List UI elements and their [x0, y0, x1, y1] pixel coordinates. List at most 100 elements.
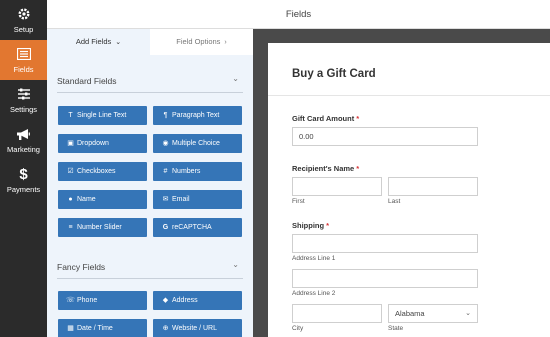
dollar-icon: $ — [19, 165, 28, 183]
globe-icon: ⊕ — [162, 325, 169, 332]
recipient-last-name-input[interactable] — [388, 177, 478, 196]
section-title: Standard Fields — [57, 76, 117, 86]
add-phone-button[interactable]: ☏ Phone — [58, 291, 147, 310]
tab-add-fields[interactable]: Add Fields ⌄ — [47, 29, 150, 55]
envelope-icon: ✉ — [162, 196, 169, 203]
form-preview: Buy a Gift Card Gift Card Amount * 0.00 R… — [268, 43, 550, 337]
field-button-label: Address — [172, 297, 198, 304]
fields-list-icon — [0, 46, 47, 62]
last-name-sublabel: Last — [388, 198, 401, 205]
divider — [268, 95, 550, 96]
tab-label: Add Fields — [75, 37, 112, 46]
calendar-icon: ▦ — [67, 325, 74, 332]
dropdown-icon: ▣ — [67, 140, 74, 147]
sidebar-item-payments[interactable]: $ Payments — [0, 160, 47, 200]
paragraph-icon: ¶ — [163, 112, 168, 119]
sidebar-item-setup[interactable]: Setup — [0, 0, 47, 40]
add-recaptcha-button[interactable]: G reCAPTCHA — [153, 218, 242, 237]
google-icon: G — [162, 224, 169, 231]
add-numbers-button[interactable]: # Numbers — [153, 162, 242, 181]
fields-panel: Add Fields ⌄ Field Options › Standard Fiel… — [47, 29, 253, 337]
address-line-1-input[interactable] — [292, 234, 478, 253]
field-button-label: Paragraph Text — [172, 112, 220, 119]
field-button-label: Number Slider — [77, 224, 122, 231]
chevron-down-icon: ⌄ — [115, 39, 122, 46]
sidebar-item-marketing[interactable]: Marketing — [0, 120, 47, 160]
chevron-down-icon: ⌄ — [465, 310, 471, 317]
map-pin-icon: ◆ — [162, 297, 169, 304]
field-label-text: Shipping — [292, 221, 325, 230]
address-line-2-sublabel: Address Line 2 — [292, 290, 336, 297]
field-button-label: Checkboxes — [77, 168, 116, 175]
add-date-time-button[interactable]: ▦ Date / Time — [58, 319, 147, 337]
sidebar-item-label: Payments — [6, 185, 41, 194]
add-multiple-choice-button[interactable]: ◉ Multiple Choice — [153, 134, 242, 153]
required-marker: * — [326, 221, 329, 230]
field-button-label: reCAPTCHA — [172, 224, 212, 231]
chevron-down-icon: ⌄ — [232, 260, 239, 269]
first-name-sublabel: First — [292, 198, 305, 205]
state-sublabel: State — [388, 325, 404, 332]
section-title: Fancy Fields — [57, 262, 106, 272]
chevron-right-icon: › — [224, 39, 227, 46]
required-marker: * — [356, 114, 360, 123]
add-name-button[interactable]: ● Name — [58, 190, 147, 209]
sidebar-item-label: Settings — [9, 105, 38, 114]
tab-label: Field Options — [176, 37, 221, 46]
state-select[interactable]: Alabama ⌄ — [388, 304, 478, 323]
state-select-value: Alabama — [395, 309, 425, 318]
sidebar-item-label: Fields — [13, 65, 34, 74]
add-email-button[interactable]: ✉ Email — [153, 190, 242, 209]
user-icon: ● — [68, 196, 73, 203]
form-title[interactable]: Buy a Gift Card — [292, 68, 376, 80]
megaphone-icon — [0, 126, 47, 142]
field-label-text: Gift Card Amount — [292, 114, 355, 123]
recipient-first-name-input[interactable] — [292, 177, 382, 196]
field-button-label: Website / URL — [172, 325, 217, 332]
add-single-line-text-button[interactable]: T Single Line Text — [58, 106, 147, 125]
section-standard-fields[interactable]: Standard Fields ⌄ — [57, 69, 243, 93]
chevron-down-icon: ⌄ — [232, 74, 239, 83]
sidebar-item-label: Setup — [13, 25, 34, 34]
hash-icon: # — [163, 168, 168, 175]
sidebar-item-settings[interactable]: Settings — [0, 80, 47, 120]
field-button-label: Email — [172, 196, 190, 203]
tab-field-options[interactable]: Field Options › — [150, 29, 253, 55]
add-number-slider-button[interactable]: ≡ Number Slider — [58, 218, 147, 237]
field-button-label: Numbers — [172, 168, 201, 175]
recipient-name-label: Recipient's Name * — [292, 164, 359, 173]
gift-card-amount-input[interactable]: 0.00 — [292, 127, 478, 146]
add-paragraph-text-button[interactable]: ¶ Paragraph Text — [153, 106, 242, 125]
add-address-button[interactable]: ◆ Address — [153, 291, 242, 310]
text-icon: T — [68, 112, 73, 119]
radio-icon: ◉ — [162, 140, 169, 147]
section-fancy-fields[interactable]: Fancy Fields ⌄ — [57, 255, 243, 279]
add-website-url-button[interactable]: ⊕ Website / URL — [153, 319, 242, 337]
gear-icon — [0, 6, 47, 22]
address-line-2-input[interactable] — [292, 269, 478, 288]
sliders-icon — [0, 86, 47, 102]
page-title: Fields — [285, 9, 312, 20]
slider-icon: ≡ — [68, 224, 73, 231]
phone-icon: ☏ — [66, 297, 75, 304]
field-button-label: Multiple Choice — [172, 140, 220, 147]
add-checkboxes-button[interactable]: ☑ Checkboxes — [58, 162, 147, 181]
field-button-label: Date / Time — [77, 325, 113, 332]
sidebar-item-fields[interactable]: Fields — [0, 40, 47, 80]
field-button-label: Phone — [77, 297, 98, 304]
city-sublabel: City — [292, 325, 304, 332]
field-button-label: Single Line Text — [77, 112, 127, 119]
field-button-label: Name — [77, 196, 96, 203]
address-line-1-sublabel: Address Line 1 — [292, 255, 336, 262]
checkbox-icon: ☑ — [67, 168, 74, 175]
top-header: Fields — [47, 0, 550, 29]
field-label-text: Recipient's Name — [292, 164, 355, 173]
city-input[interactable] — [292, 304, 382, 323]
required-marker: * — [356, 164, 360, 173]
field-button-label: Dropdown — [77, 140, 109, 147]
add-dropdown-button[interactable]: ▣ Dropdown — [58, 134, 147, 153]
shipping-label: Shipping * — [292, 221, 329, 230]
sidebar-item-label: Marketing — [7, 145, 40, 154]
gift-card-amount-label: Gift Card Amount * — [292, 114, 359, 123]
builder-sidebar: Setup Fields Settings Marketing $ Paymen… — [0, 0, 47, 337]
